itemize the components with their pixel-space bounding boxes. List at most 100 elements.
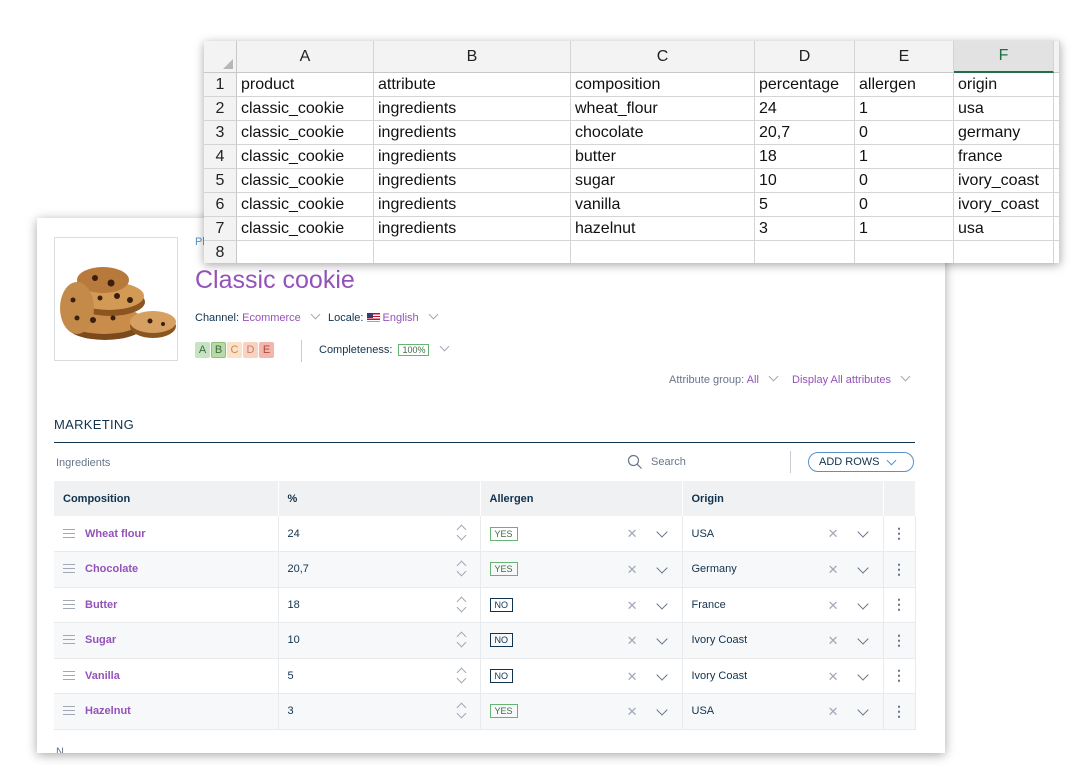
allergen-select[interactable]: YES ✕: [480, 516, 683, 552]
sheet-cell[interactable]: 5: [755, 193, 855, 217]
clear-icon[interactable]: ✕: [627, 527, 638, 540]
select-all-corner[interactable]: [204, 41, 237, 73]
chevron-down-icon[interactable]: [655, 704, 668, 716]
sheet-cell[interactable]: 1: [855, 145, 954, 169]
origin-select[interactable]: Ivory Coast ✕: [682, 622, 884, 659]
column-header-d[interactable]: D: [755, 41, 855, 73]
percent-input[interactable]: 5: [278, 658, 481, 694]
row-header[interactable]: 1: [204, 73, 237, 97]
percent-input[interactable]: 20,7: [278, 551, 481, 588]
sheet-cell[interactable]: composition: [571, 73, 755, 97]
sheet-cell[interactable]: [1054, 121, 1060, 145]
sheet-cell[interactable]: 0: [855, 169, 954, 193]
sheet-cell[interactable]: usa: [954, 97, 1054, 121]
chevron-down-icon[interactable]: [856, 597, 869, 610]
product-image[interactable]: [54, 237, 178, 361]
chevron-down-icon[interactable]: [856, 562, 869, 574]
sheet-cell[interactable]: 24: [755, 97, 855, 121]
row-menu-icon[interactable]: ⋮: [883, 693, 916, 730]
channel-switcher[interactable]: Channel: Ecommerce: [195, 309, 321, 324]
sheet-cell[interactable]: ingredients: [374, 121, 571, 145]
clear-icon[interactable]: ✕: [828, 705, 839, 718]
sheet-cell[interactable]: 1: [855, 97, 954, 121]
row-menu-icon[interactable]: ⋮: [883, 516, 916, 552]
sheet-cell[interactable]: [1054, 145, 1060, 169]
chevron-down-icon[interactable]: [655, 597, 668, 610]
sheet-cell[interactable]: 10: [755, 169, 855, 193]
sheet-cell[interactable]: chocolate: [571, 121, 755, 145]
completeness-dropdown[interactable]: Completeness: 100%: [319, 341, 449, 356]
row-menu-icon[interactable]: ⋮: [883, 551, 916, 588]
stepper-icon[interactable]: [456, 523, 468, 545]
clear-icon[interactable]: ✕: [828, 527, 839, 540]
chevron-down-icon[interactable]: [856, 668, 869, 681]
clear-icon[interactable]: ✕: [627, 705, 638, 718]
allergen-select[interactable]: NO ✕: [480, 587, 683, 623]
sheet-cell[interactable]: vanilla: [571, 193, 755, 217]
row-header[interactable]: 8: [204, 241, 237, 263]
sheet-cell[interactable]: [1054, 169, 1060, 193]
sheet-cell[interactable]: ivory_coast: [954, 169, 1054, 193]
stepper-icon[interactable]: [456, 630, 468, 652]
sheet-cell[interactable]: [855, 241, 954, 263]
allergen-select[interactable]: NO ✕: [480, 658, 683, 694]
column-header-a[interactable]: A: [237, 41, 374, 73]
sheet-cell[interactable]: attribute: [374, 73, 571, 97]
origin-select[interactable]: USA ✕: [682, 516, 884, 552]
sheet-cell[interactable]: ivory_coast: [954, 193, 1054, 217]
allergen-select[interactable]: YES ✕: [480, 693, 683, 730]
clear-icon[interactable]: ✕: [627, 670, 638, 683]
sheet-cell[interactable]: [1054, 193, 1060, 217]
sheet-cell[interactable]: ingredients: [374, 217, 571, 241]
attribute-group-filter[interactable]: Attribute group: All: [669, 371, 779, 386]
search-input[interactable]: Search: [651, 456, 686, 468]
percent-input[interactable]: 3: [278, 693, 481, 730]
sheet-cell[interactable]: usa: [954, 217, 1054, 241]
sheet-cell[interactable]: [1054, 97, 1060, 121]
sheet-cell[interactable]: 18: [755, 145, 855, 169]
stepper-icon[interactable]: [456, 595, 468, 617]
sheet-cell[interactable]: [1054, 241, 1060, 263]
percent-input[interactable]: 24: [278, 516, 481, 552]
origin-select[interactable]: France ✕: [682, 587, 884, 623]
sheet-cell[interactable]: 0: [855, 193, 954, 217]
add-rows-button[interactable]: ADD ROWS: [808, 452, 914, 472]
stepper-icon[interactable]: [456, 701, 468, 723]
percent-input[interactable]: 10: [278, 622, 481, 659]
sheet-cell[interactable]: ingredients: [374, 193, 571, 217]
sheet-cell[interactable]: classic_cookie: [237, 193, 374, 217]
sheet-cell[interactable]: classic_cookie: [237, 97, 374, 121]
sheet-cell[interactable]: classic_cookie: [237, 217, 374, 241]
sheet-cell[interactable]: france: [954, 145, 1054, 169]
column-header-e[interactable]: E: [855, 41, 954, 73]
column-header-c[interactable]: C: [571, 41, 755, 73]
column-header-b[interactable]: B: [374, 41, 571, 73]
row-header[interactable]: 7: [204, 217, 237, 241]
row-header[interactable]: 2: [204, 97, 237, 121]
chevron-down-icon[interactable]: [856, 526, 869, 538]
sheet-cell[interactable]: wheat_flour: [571, 97, 755, 121]
sheet-cell[interactable]: [237, 241, 374, 263]
sheet-cell[interactable]: origin: [954, 73, 1054, 97]
clear-icon[interactable]: ✕: [828, 563, 839, 576]
row-header[interactable]: 5: [204, 169, 237, 193]
drag-handle-icon[interactable]: [63, 599, 75, 609]
clear-icon[interactable]: ✕: [828, 599, 839, 612]
sheet-cell[interactable]: [954, 241, 1054, 263]
sheet-cell[interactable]: [755, 241, 855, 263]
sheet-cell[interactable]: classic_cookie: [237, 145, 374, 169]
sheet-cell[interactable]: 1: [855, 217, 954, 241]
clear-icon[interactable]: ✕: [627, 634, 638, 647]
sheet-cell[interactable]: germany: [954, 121, 1054, 145]
clear-icon[interactable]: ✕: [627, 563, 638, 576]
search-box[interactable]: Search: [627, 454, 686, 470]
chevron-down-icon[interactable]: [655, 633, 668, 645]
chevron-down-icon[interactable]: [655, 562, 668, 574]
sheet-cell[interactable]: percentage: [755, 73, 855, 97]
row-header[interactable]: 3: [204, 121, 237, 145]
origin-select[interactable]: Ivory Coast ✕: [682, 658, 884, 694]
sheet-cell[interactable]: [374, 241, 571, 263]
drag-handle-icon[interactable]: [63, 670, 75, 680]
chevron-down-icon[interactable]: [655, 668, 668, 681]
origin-select[interactable]: USA ✕: [682, 693, 884, 730]
